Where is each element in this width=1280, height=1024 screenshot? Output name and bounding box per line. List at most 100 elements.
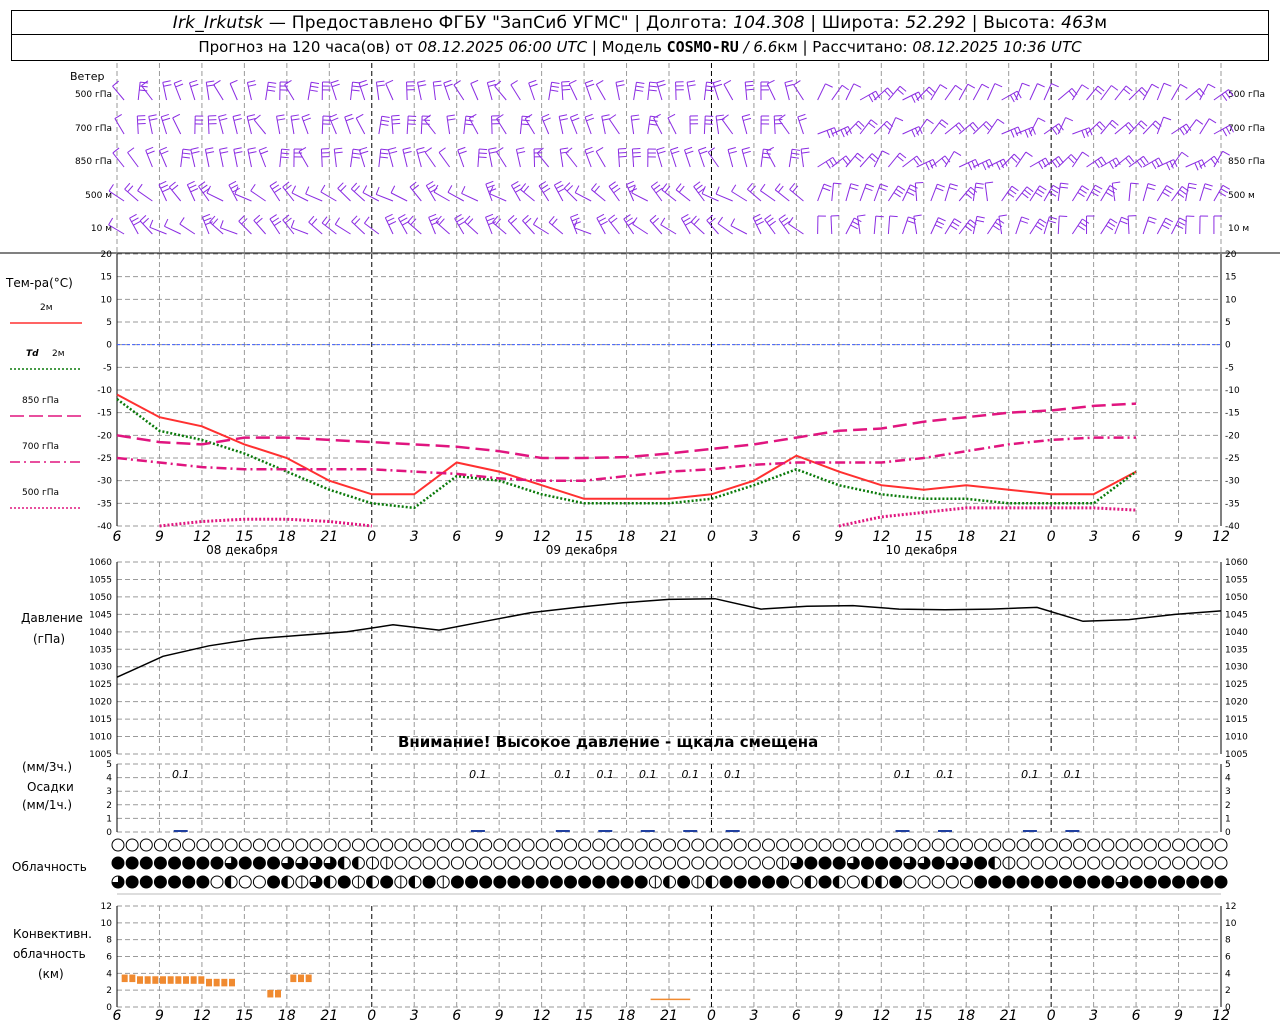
cloud-cover-circle bbox=[620, 856, 634, 870]
cloud-cover-circle bbox=[210, 875, 224, 889]
temp-tick-left: -35 bbox=[97, 499, 112, 509]
cloud-cover-circle bbox=[1030, 838, 1044, 852]
wind-barb-feather bbox=[1162, 191, 1170, 197]
cloud-cover-full bbox=[1200, 876, 1213, 888]
cloud-cover-full bbox=[479, 876, 492, 888]
wind-barb-feather bbox=[1128, 155, 1135, 163]
cloud-cover-circle bbox=[238, 838, 252, 852]
wind-barb-feather bbox=[1091, 191, 1099, 197]
conv-title-1: Конвективн. bbox=[13, 927, 92, 941]
wind-barb-staff bbox=[1128, 120, 1142, 135]
wind-barb-feather bbox=[609, 114, 617, 120]
cloud-cover-circle bbox=[1186, 856, 1200, 870]
pressure-tick-left: 1015 bbox=[89, 715, 112, 725]
wind-barb-staff bbox=[930, 184, 938, 202]
cloud-cover-circle bbox=[323, 838, 337, 852]
wind-barb-staff bbox=[845, 183, 852, 202]
precip-bar bbox=[598, 830, 613, 832]
wind-barb-feather bbox=[826, 130, 831, 139]
wind-barb-feather bbox=[391, 118, 400, 121]
wind-barb-feather bbox=[1119, 220, 1128, 225]
wind-barb-staff bbox=[608, 118, 620, 135]
wind-barb-feather bbox=[274, 187, 282, 193]
cloud-cover-circle bbox=[1058, 856, 1072, 870]
temp-tick-right: -10 bbox=[1225, 386, 1240, 396]
wind-barb-feather bbox=[1013, 153, 1021, 161]
wind-barb-feather bbox=[507, 214, 515, 222]
conv-x-tick: 12 bbox=[872, 1008, 890, 1024]
cloud-cover-circle bbox=[691, 856, 705, 870]
wind-barb-staff bbox=[958, 186, 972, 202]
wind-barb-feather bbox=[1082, 218, 1090, 224]
cloud-title: Облачность bbox=[12, 860, 87, 874]
wind-barb-feather bbox=[1024, 129, 1029, 138]
wind-barb-feather bbox=[351, 89, 360, 92]
wind-barb-feather bbox=[717, 216, 724, 224]
wind-barb-feather bbox=[790, 156, 799, 159]
wind-barb-staff bbox=[233, 149, 238, 168]
wind-barb-feather bbox=[937, 183, 945, 188]
wind-barb-feather bbox=[273, 220, 282, 226]
wind-barb-feather bbox=[1125, 85, 1133, 92]
wind-barb-feather bbox=[1093, 188, 1101, 193]
wind-barb-staff bbox=[1100, 85, 1112, 101]
wind-barb-feather bbox=[1187, 186, 1197, 190]
wind-barb-feather bbox=[311, 81, 320, 85]
wind-barb-feather bbox=[1130, 182, 1139, 185]
cloud-cover-circle bbox=[1030, 856, 1044, 870]
wind-barb-feather bbox=[538, 181, 547, 187]
wind-barb-feather bbox=[1081, 185, 1089, 191]
cloud-cover-circle bbox=[790, 838, 804, 852]
wind-barb-feather bbox=[281, 152, 290, 155]
wind-barb-feather bbox=[277, 118, 286, 121]
cloud-cover-circle bbox=[408, 856, 422, 870]
wind-barb-feather bbox=[513, 184, 521, 190]
temp-x-tick: 9 bbox=[1174, 529, 1183, 545]
cloud-cover-full bbox=[1073, 876, 1086, 888]
wind-barb-staff bbox=[206, 192, 224, 202]
pressure-tick-right: 1010 bbox=[1225, 733, 1248, 743]
wind-barb-feather bbox=[915, 181, 924, 184]
wind-barb-feather bbox=[762, 156, 771, 159]
wind-barb-feather bbox=[801, 151, 810, 154]
cloud-cover-full bbox=[677, 876, 690, 888]
wind-barb-feather bbox=[561, 81, 570, 83]
wind-barb-feather bbox=[402, 147, 411, 151]
wind-barb-staff bbox=[337, 188, 351, 202]
cloud-cover-circle bbox=[309, 838, 323, 852]
wind-barb-staff bbox=[205, 82, 210, 101]
wind-barb-feather bbox=[1128, 122, 1135, 129]
cloud-cover-full bbox=[126, 857, 139, 869]
wind-barb-staff bbox=[902, 216, 909, 235]
wind-barb-feather bbox=[936, 220, 945, 226]
wind-barb-feather bbox=[928, 86, 936, 93]
wind-barb-feather bbox=[360, 150, 369, 155]
wind-barb-feather bbox=[386, 217, 395, 222]
cloud-cover-circle bbox=[465, 838, 479, 852]
wind-barb-feather bbox=[686, 80, 696, 83]
cloud-cover-circle bbox=[677, 838, 691, 852]
wind-barb-staff bbox=[253, 220, 266, 235]
conv-cloud-bar bbox=[160, 976, 166, 984]
wind-barb-feather bbox=[551, 218, 558, 226]
cloud-cover-circle bbox=[465, 856, 479, 870]
wind-barb-feather bbox=[1175, 224, 1184, 230]
wind-barb-feather bbox=[650, 181, 658, 187]
wind-barb-feather bbox=[522, 214, 529, 222]
cloud-cover-full bbox=[168, 857, 181, 869]
temp-tick-right: -20 bbox=[1225, 431, 1240, 441]
wind-barb-feather bbox=[693, 218, 700, 225]
precip-tick-left: 2 bbox=[106, 801, 112, 811]
wind-barb-feather bbox=[407, 215, 414, 223]
wind-barb-feather bbox=[908, 187, 917, 193]
wind-barb-staff bbox=[574, 192, 592, 202]
wind-barb-feather bbox=[955, 84, 963, 91]
wind-barb-staff bbox=[1071, 84, 1083, 101]
wind-barb-feather bbox=[998, 214, 1007, 217]
wind-barb-staff bbox=[204, 149, 210, 168]
wind-barb-feather bbox=[941, 158, 948, 165]
wind-barb-staff bbox=[703, 115, 706, 135]
wind-barb-feather bbox=[424, 147, 433, 153]
cloud-cover-circle bbox=[535, 838, 549, 852]
wind-barb-feather bbox=[562, 88, 571, 91]
